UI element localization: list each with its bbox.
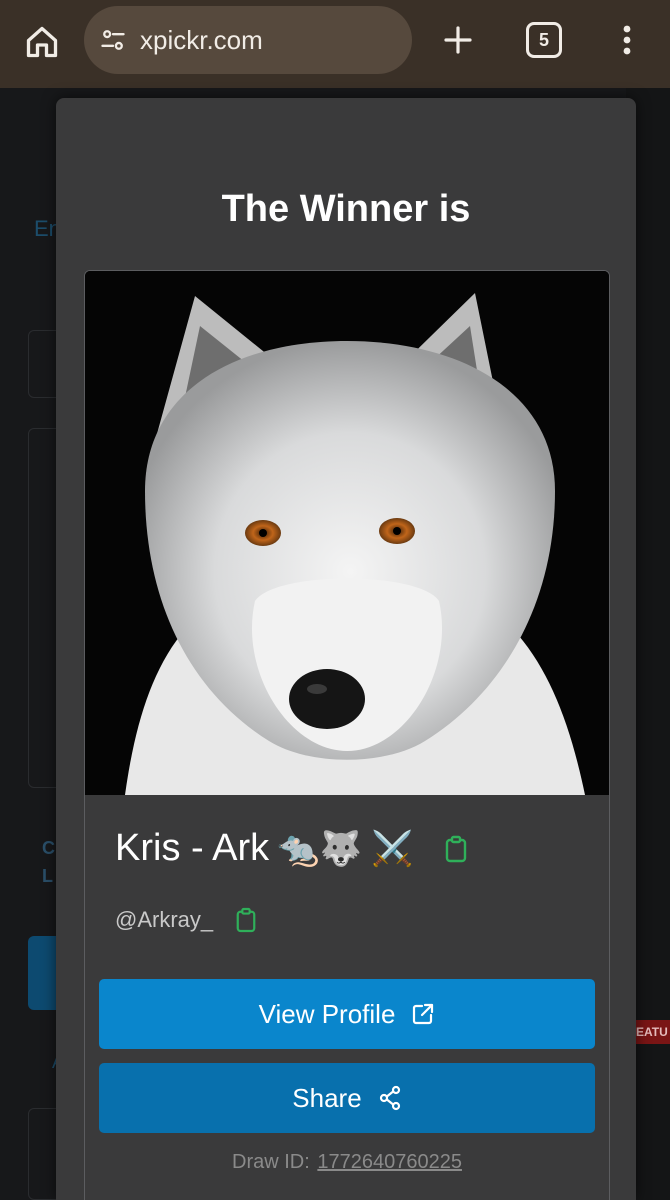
winner-handle: @Arkray_ (115, 907, 214, 932)
browser-toolbar: xpickr.com 5 (0, 0, 670, 88)
external-link-icon (411, 1002, 435, 1026)
winner-name: Kris - Ark (115, 827, 270, 869)
view-profile-button[interactable]: View Profile (99, 979, 595, 1049)
background-feature-badge: EATU (636, 1020, 670, 1044)
background-text: C (42, 838, 55, 858)
winner-emojis: 🐀🐺 ⚔️ (277, 829, 414, 868)
more-menu-icon[interactable] (610, 18, 644, 62)
draw-id-label: Draw ID: (232, 1151, 310, 1173)
view-profile-label: View Profile (258, 998, 396, 1029)
background-text: L (42, 866, 53, 886)
tab-switcher-button[interactable]: 5 (526, 22, 562, 58)
address-bar[interactable]: xpickr.com (84, 6, 412, 74)
site-settings-icon[interactable] (98, 25, 128, 55)
winner-handle-row: @Arkray_ (115, 907, 257, 933)
new-tab-plus-icon[interactable] (438, 18, 478, 62)
share-button[interactable]: Share (99, 1063, 595, 1133)
winner-avatar (85, 271, 609, 795)
winner-modal: The Winner is Kris - Ark 🐀🐺 ⚔️ @Arkray_ … (56, 98, 636, 1200)
draw-id: Draw ID: 1772640760225 (85, 1151, 609, 1174)
winner-name-row: Kris - Ark 🐀🐺 ⚔️ (115, 827, 468, 870)
url-text: xpickr.com (140, 24, 263, 55)
draw-id-value[interactable]: 1772640760225 (317, 1151, 462, 1173)
share-icon (378, 1085, 402, 1111)
copy-name-clipboard-icon[interactable] (444, 835, 468, 863)
winner-card: Kris - Ark 🐀🐺 ⚔️ @Arkray_ View Profile S… (84, 270, 610, 1200)
home-icon[interactable] (20, 20, 64, 64)
share-label: Share (292, 1082, 362, 1113)
copy-handle-clipboard-icon[interactable] (235, 907, 257, 933)
modal-title: The Winner is (221, 188, 471, 230)
